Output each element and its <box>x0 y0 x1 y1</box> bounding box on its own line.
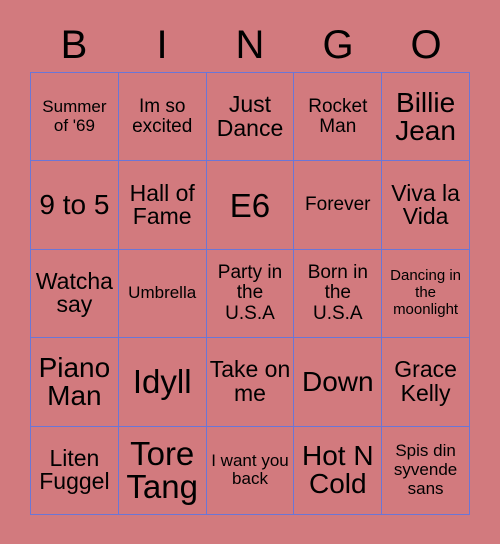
bingo-card: B I N G O Summer of '69 Im so excited Just… <box>0 0 500 544</box>
bingo-cell[interactable]: Down <box>294 338 383 427</box>
bingo-cell-label: Summer of '69 <box>42 97 107 135</box>
bingo-cell[interactable]: Idyll <box>118 338 207 427</box>
bingo-cell-label: 9 to 5 <box>39 189 110 221</box>
bingo-cell-label: Liten Fuggel <box>39 444 110 495</box>
bingo-cell-label: Dancing in the moonlight <box>390 267 462 318</box>
bingo-cell-label: Viva la Vida <box>391 179 460 230</box>
bingo-cell-label: Just Dance <box>216 91 284 141</box>
bingo-cell-label: Im so excited <box>132 95 193 137</box>
bingo-cell-label: Idyll <box>132 363 192 401</box>
bingo-cell-label: Rocket Man <box>308 95 368 137</box>
bingo-cell[interactable]: Rocket Man <box>294 73 383 162</box>
bingo-cell-label: Take on me <box>209 356 291 406</box>
bingo-cell[interactable]: Billie Jean <box>382 73 470 162</box>
bingo-cell[interactable]: Im so excited <box>118 73 207 162</box>
bingo-cell[interactable]: E6 <box>206 161 295 250</box>
bingo-cell-label: I want you back <box>211 450 289 489</box>
bingo-cell-label: Hot N Cold <box>302 440 374 500</box>
bingo-cell[interactable]: I want you back <box>206 426 295 515</box>
header-letter-g: G <box>322 23 354 67</box>
bingo-cell[interactable]: Hot N Cold <box>294 426 383 515</box>
bingo-cell-label: Party in the U.S.A <box>217 262 283 324</box>
bingo-cell-label: Grace Kelly <box>394 356 457 406</box>
bingo-cell-label: Down <box>301 365 374 397</box>
bingo-cell-label: Umbrella <box>128 283 197 303</box>
bingo-cell[interactable]: Viva la Vida <box>382 161 470 250</box>
bingo-cell-label: Hall of Fame <box>129 179 195 230</box>
bingo-cell[interactable]: 9 to 5 <box>31 161 119 250</box>
header-letter-b: B <box>60 23 88 67</box>
bingo-cell-label: Watcha say <box>35 268 113 318</box>
bingo-cell-label: Born in the U.S.A <box>307 262 368 324</box>
header-letter-o: O <box>410 23 442 67</box>
bingo-cell[interactable]: Umbrella <box>118 249 207 339</box>
bingo-cell[interactable]: Spis din syvende sans <box>382 426 470 515</box>
header-letter-n: N <box>235 23 265 67</box>
bingo-cell[interactable]: Forever <box>294 161 383 250</box>
bingo-cell[interactable]: Hall of Fame <box>118 161 207 250</box>
bingo-cell[interactable]: Born in the U.S.A <box>294 249 383 339</box>
bingo-cell-label: E6 <box>229 186 271 224</box>
bingo-cell[interactable]: Take on me <box>206 338 295 427</box>
bingo-cell[interactable]: Piano Man <box>31 338 119 427</box>
bingo-cell[interactable]: Tore Tang <box>118 426 207 515</box>
bingo-cell[interactable]: Just Dance <box>206 73 295 162</box>
bingo-cell-label: Spis din syvende sans <box>393 441 458 498</box>
bingo-header-row: B I N G O <box>30 18 470 72</box>
bingo-grid: Summer of '69 Im so excited Just Dance Rock… <box>30 72 470 515</box>
bingo-cell-label: Tore Tang <box>126 435 198 506</box>
bingo-cell[interactable]: Grace Kelly <box>382 338 470 427</box>
bingo-cell-label: Billie Jean <box>395 86 456 146</box>
bingo-cell-label: Forever <box>305 194 371 216</box>
bingo-cell[interactable]: Summer of '69 <box>31 73 119 162</box>
bingo-cell[interactable]: Party in the U.S.A <box>206 249 295 339</box>
bingo-cell[interactable]: Liten Fuggel <box>31 426 119 515</box>
bingo-cell-label: Piano Man <box>38 351 111 411</box>
bingo-cell[interactable]: Dancing in the moonlight <box>382 249 470 339</box>
header-letter-i: I <box>156 23 168 67</box>
bingo-cell[interactable]: Watcha say <box>31 249 119 339</box>
